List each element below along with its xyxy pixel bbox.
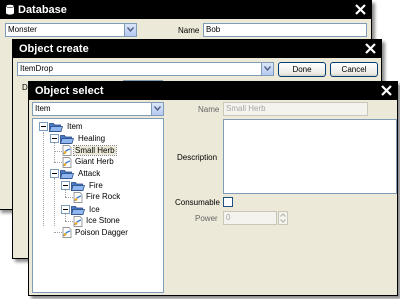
description-textarea[interactable]	[223, 119, 397, 194]
tree-connector	[43, 132, 44, 226]
tree-connector	[65, 221, 73, 222]
tree-collapse-toggle[interactable]	[61, 181, 70, 190]
object-select-type-select[interactable]: Item	[32, 102, 164, 116]
object-select-type-value: Item	[35, 104, 51, 113]
object-name-label: Name	[198, 105, 220, 114]
database-icon	[5, 4, 15, 15]
tree-node-ice-stone[interactable]: Ice Stone	[85, 215, 121, 226]
item-leaf-icon	[73, 216, 83, 227]
object-create-title: Object create	[19, 43, 89, 55]
object-select-titlebar[interactable]: Object select	[29, 82, 397, 100]
tree-node-healing[interactable]: Healing	[77, 133, 106, 144]
chevron-down-icon[interactable]	[124, 24, 136, 36]
item-leaf-icon	[62, 145, 72, 156]
tree-connector	[54, 151, 62, 152]
object-create-type-value: ItemDrop	[20, 64, 53, 73]
folder-open-icon	[60, 170, 74, 179]
folder-open-icon	[60, 135, 74, 144]
tree-node-fire-rock[interactable]: Fire Rock	[85, 191, 121, 202]
tree-connector	[65, 189, 66, 197]
tree-connector	[54, 178, 55, 226]
tree-node-ice[interactable]: Ice	[88, 204, 101, 215]
tree-connector	[54, 232, 62, 233]
item-tree[interactable]: Item Healing Small Herb Giant Herb Attac…	[32, 118, 164, 293]
database-name-field[interactable]: Bob	[203, 23, 367, 37]
tree-node-fire[interactable]: Fire	[88, 180, 104, 191]
tree-node-item[interactable]: Item	[66, 121, 84, 132]
object-create-partial-label: D	[22, 83, 28, 92]
folder-open-icon	[49, 123, 63, 132]
item-leaf-icon	[73, 192, 83, 203]
tree-node-giant-herb[interactable]: Giant Herb	[74, 156, 115, 167]
item-leaf-icon	[62, 157, 72, 168]
tree-connector	[65, 197, 73, 198]
tree-node-poison-dagger[interactable]: Poison Dagger	[74, 227, 129, 238]
power-label: Power	[195, 214, 218, 223]
stepper-arrows-icon	[280, 213, 286, 223]
tree-collapse-toggle[interactable]	[39, 122, 48, 131]
object-select-close-icon[interactable]	[379, 83, 394, 98]
item-leaf-icon	[62, 227, 72, 238]
database-titlebar[interactable]: Database	[0, 1, 371, 19]
power-input[interactable]: 0	[223, 211, 277, 225]
tree-collapse-toggle[interactable]	[50, 134, 59, 143]
database-type-select[interactable]: Monster	[5, 23, 137, 37]
tree-connector	[65, 213, 66, 221]
database-name-label: Name	[178, 26, 200, 35]
done-button[interactable]: Done	[278, 62, 326, 77]
tree-connector	[54, 143, 55, 162]
tree-node-small-herb[interactable]: Small Herb	[73, 145, 117, 156]
database-close-icon[interactable]	[353, 2, 368, 17]
object-name-field[interactable]: Small Herb	[223, 102, 368, 116]
tree-collapse-toggle[interactable]	[61, 205, 70, 214]
description-label: Description	[177, 153, 218, 162]
tree-collapse-toggle[interactable]	[50, 169, 59, 178]
consumable-checkbox[interactable]	[223, 197, 233, 207]
consumable-label: Consumable	[175, 198, 220, 207]
power-stepper[interactable]	[278, 211, 288, 225]
folder-open-icon	[71, 182, 85, 191]
folder-open-icon	[71, 206, 85, 215]
object-select-title: Object select	[35, 85, 104, 97]
object-select-window: Object select Item Item Healing Small He…	[28, 81, 398, 296]
object-create-titlebar[interactable]: Object create	[13, 40, 381, 58]
object-create-type-select[interactable]: ItemDrop	[17, 62, 274, 76]
chevron-down-icon[interactable]	[261, 63, 273, 75]
database-title: Database	[18, 4, 67, 16]
cancel-button[interactable]: Cancel	[330, 62, 378, 77]
database-type-value: Monster	[8, 25, 37, 34]
tree-connector	[54, 162, 62, 163]
chevron-down-icon[interactable]	[151, 103, 163, 115]
object-create-close-icon[interactable]	[363, 41, 378, 56]
tree-node-attack[interactable]: Attack	[77, 168, 101, 179]
